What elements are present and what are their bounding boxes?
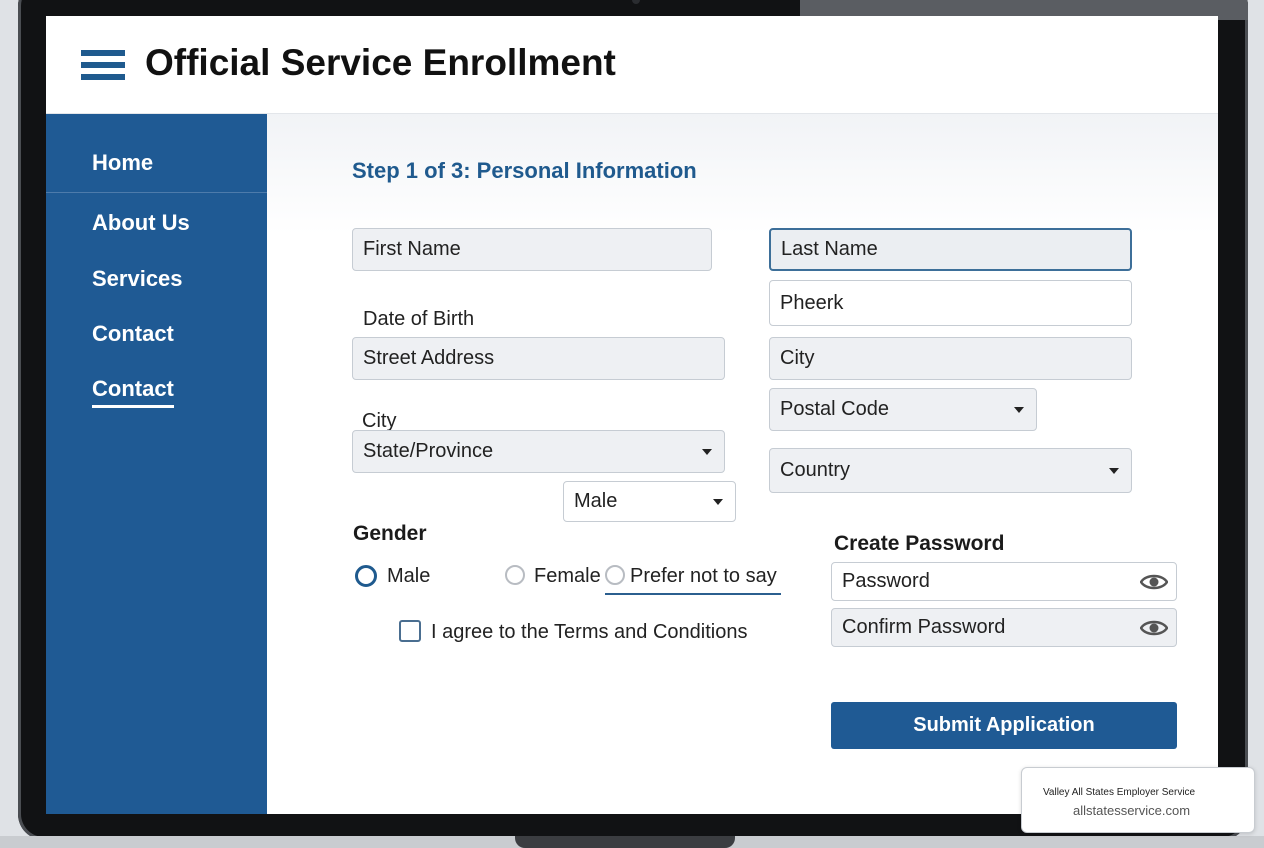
- chevron-down-icon: [1109, 467, 1119, 474]
- sidebar-item-about-us[interactable]: About Us: [92, 210, 190, 236]
- gender-radio-prefer-not-label[interactable]: Prefer not to say: [630, 565, 777, 588]
- submit-application-button[interactable]: Submit Application: [831, 702, 1177, 749]
- gender-select[interactable]: Male: [563, 481, 736, 522]
- password-field[interactable]: Password: [831, 562, 1177, 601]
- gender-label: Gender: [353, 522, 427, 545]
- gender-radio-female[interactable]: [505, 565, 525, 585]
- app-header: Official Service Enrollment: [46, 16, 1218, 114]
- enrollment-form: Step 1 of 3: Personal Information First …: [267, 114, 1218, 814]
- badge-title: Valley All States Employer Service: [1043, 787, 1196, 798]
- sidebar-item-services[interactable]: Services: [92, 266, 183, 292]
- eye-icon[interactable]: [1140, 572, 1168, 592]
- badge-url: allstatesservice.com: [1073, 803, 1191, 818]
- eye-icon[interactable]: [1140, 618, 1168, 638]
- gender-radio-male-label[interactable]: Male: [387, 565, 430, 588]
- state-province-select[interactable]: State/Province: [352, 430, 725, 473]
- chevron-down-icon: [1014, 406, 1024, 413]
- city-placeholder: City: [780, 347, 815, 369]
- chevron-down-icon: [702, 448, 712, 455]
- terms-checkbox[interactable]: [399, 620, 421, 642]
- date-of-birth-value: Pheerk: [780, 291, 844, 314]
- radio-focus-underline: [605, 593, 781, 595]
- first-name-field[interactable]: First Name: [352, 228, 712, 271]
- sidebar-item-contact-active[interactable]: Contact: [92, 376, 174, 408]
- chevron-down-icon: [713, 498, 723, 505]
- street-address-placeholder: Street Address: [363, 347, 495, 369]
- last-name-placeholder: Last Name: [781, 238, 878, 260]
- country-value: Country: [780, 459, 851, 481]
- date-of-birth-label: Date of Birth: [363, 308, 475, 330]
- sidebar-item-home[interactable]: Home: [92, 150, 153, 176]
- laptop-base-notch: [515, 836, 735, 848]
- sidebar-nav: Home About Us Services Contact Contact: [46, 114, 267, 814]
- postal-code-value: Postal Code: [780, 398, 889, 420]
- step-title: Step 1 of 3: Personal Information: [352, 158, 697, 183]
- gender-radio-prefer-not[interactable]: [605, 565, 625, 585]
- hamburger-menu-icon[interactable]: [81, 50, 125, 80]
- screen: Official Service Enrollment Home About U…: [46, 16, 1218, 814]
- gender-radio-female-label[interactable]: Female: [534, 565, 601, 588]
- street-address-field[interactable]: Street Address: [352, 337, 725, 380]
- watermark-badge: Valley All States Employer Service allst…: [1021, 767, 1255, 833]
- postal-code-select[interactable]: Postal Code: [769, 388, 1037, 431]
- create-password-heading: Create Password: [834, 532, 1005, 555]
- date-of-birth-field[interactable]: Pheerk: [769, 280, 1132, 326]
- terms-label[interactable]: I agree to the Terms and Conditions: [431, 621, 747, 644]
- confirm-password-placeholder: Confirm Password: [842, 616, 1006, 638]
- sidebar-divider: [46, 192, 267, 193]
- gender-radio-male[interactable]: [355, 565, 377, 587]
- country-select[interactable]: Country: [769, 448, 1132, 493]
- last-name-field[interactable]: Last Name: [769, 228, 1132, 271]
- first-name-placeholder: First Name: [363, 238, 461, 260]
- confirm-password-field[interactable]: Confirm Password: [831, 608, 1177, 647]
- sidebar-item-contact[interactable]: Contact: [92, 321, 174, 347]
- page-title: Official Service Enrollment: [145, 42, 616, 83]
- city-field[interactable]: City: [769, 337, 1132, 380]
- state-province-value: State/Province: [363, 440, 494, 462]
- password-placeholder: Password: [842, 570, 930, 592]
- gender-select-value: Male: [574, 490, 618, 512]
